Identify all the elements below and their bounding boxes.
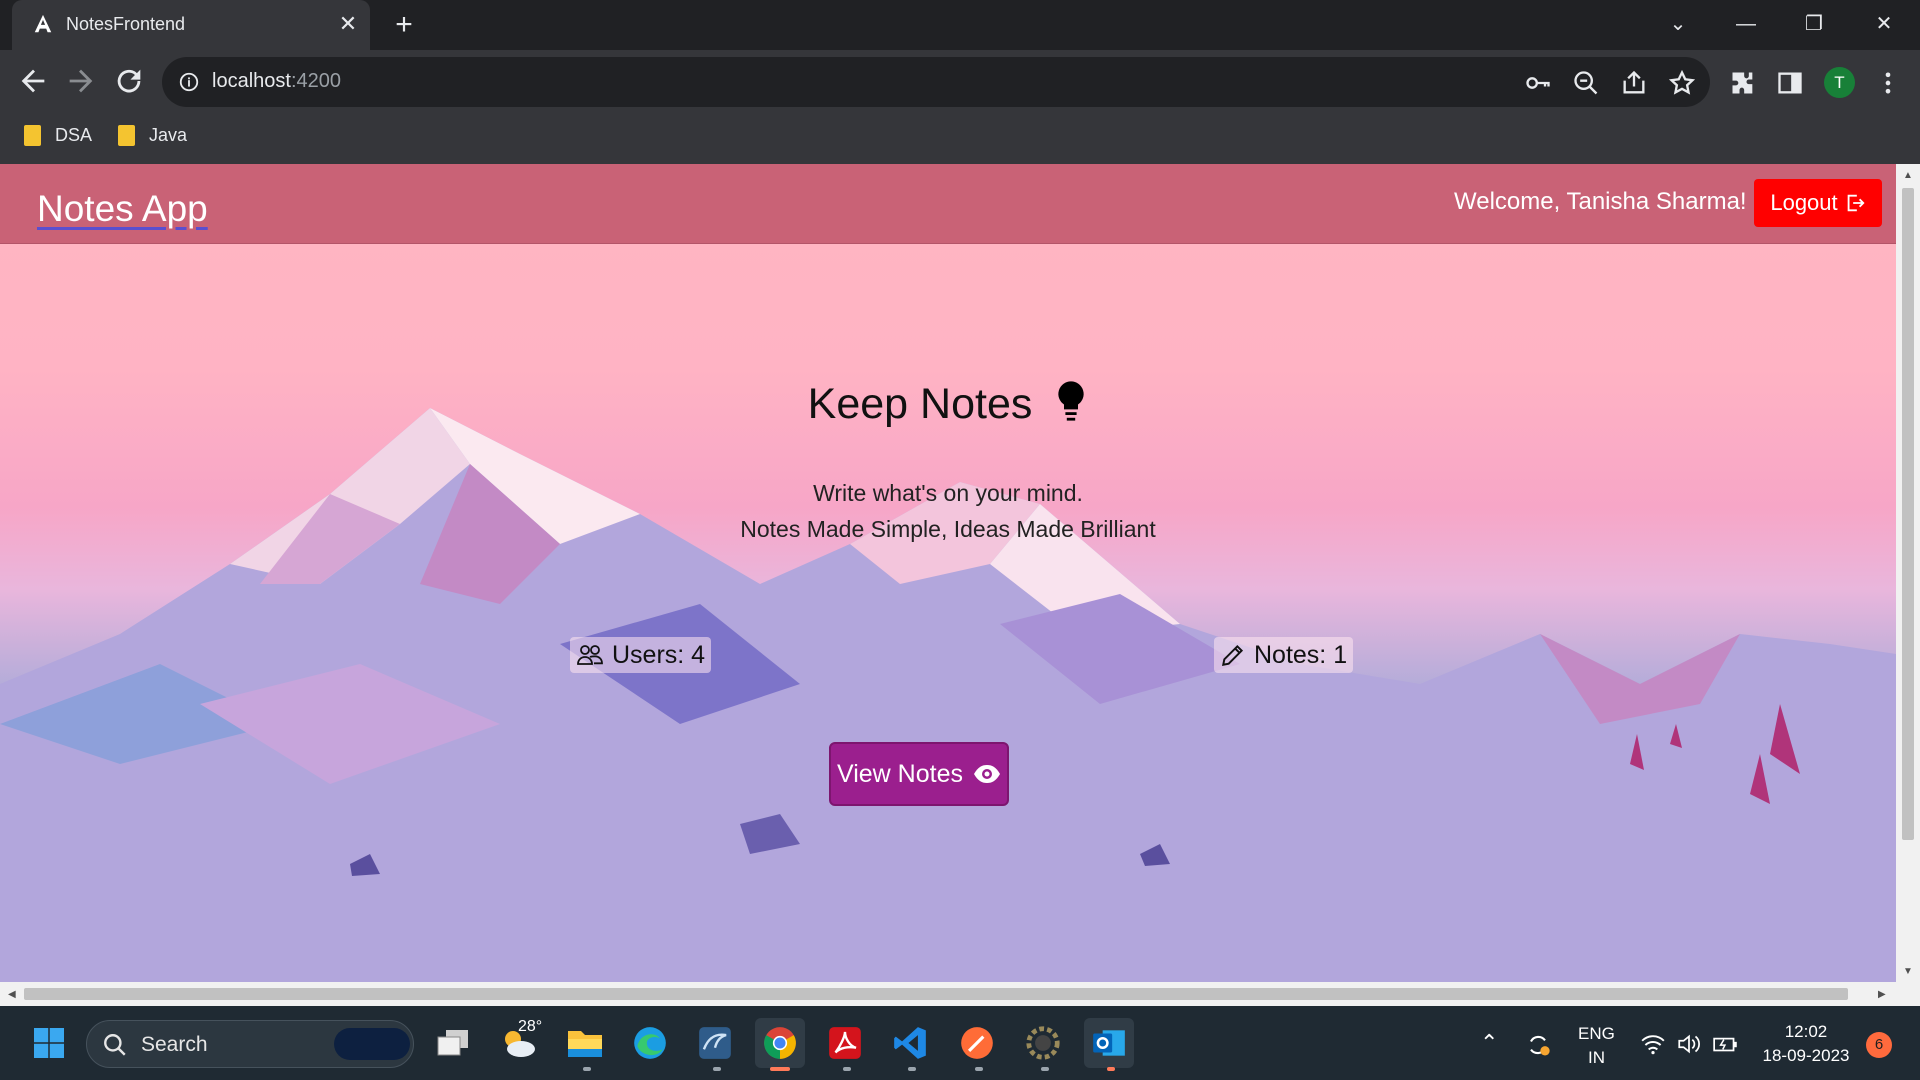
address-bar[interactable]: [162, 57, 1710, 107]
bookmark-star-icon[interactable]: [1668, 69, 1696, 97]
close-window-icon[interactable]: ✕: [1866, 8, 1902, 40]
welcome-message: Welcome, Tanisha Sharma!: [1454, 188, 1747, 215]
tagline-line-1: Write what's on your mind.: [813, 480, 1083, 506]
folder-icon: [118, 124, 135, 146]
minimize-icon[interactable]: —: [1728, 8, 1764, 40]
reload-button[interactable]: [112, 64, 146, 98]
battery-icon[interactable]: [1712, 1032, 1740, 1056]
scroll-thumb[interactable]: [1902, 188, 1914, 840]
bookmark-java[interactable]: Java: [118, 122, 187, 148]
bookmark-label: Java: [149, 124, 188, 145]
file-explorer-icon[interactable]: [560, 1018, 610, 1068]
mountain-background-image: [0, 408, 1896, 982]
vscode-icon[interactable]: [885, 1018, 935, 1068]
logout-label: Logout: [1770, 190, 1838, 215]
weather-temp: 28°: [518, 1018, 543, 1035]
chevron-up-icon[interactable]: ⌃: [1480, 1030, 1498, 1056]
view-notes-label: View Notes: [837, 759, 963, 788]
active-indicator: [770, 1067, 790, 1071]
search-label: Search: [141, 1033, 208, 1056]
running-indicator: [713, 1067, 721, 1071]
outlook-icon[interactable]: [1084, 1018, 1134, 1068]
scroll-left-icon[interactable]: ◀: [8, 989, 16, 1000]
task-view-icon[interactable]: [428, 1018, 478, 1068]
users-stat: Users: 4: [570, 637, 712, 673]
running-indicator: [583, 1067, 591, 1071]
url-host: localhost: [212, 70, 291, 92]
share-icon[interactable]: [1620, 69, 1648, 97]
logout-button[interactable]: Logout: [1754, 179, 1882, 227]
search-icon: [104, 1034, 126, 1056]
pencil-icon: [1222, 644, 1244, 666]
menu-kebab-icon[interactable]: [1874, 69, 1902, 97]
notes-count: Notes: 1: [1254, 640, 1348, 669]
close-tab-icon[interactable]: ✕: [336, 12, 360, 36]
running-indicator: [908, 1067, 916, 1071]
eye-icon: [974, 765, 1000, 783]
clock-time[interactable]: 12:02: [1776, 1022, 1836, 1042]
app-brand-link[interactable]: Notes App: [37, 188, 208, 230]
users-icon: [577, 645, 603, 665]
forward-button[interactable]: [64, 64, 98, 98]
extensions-icon[interactable]: [1729, 69, 1757, 97]
sync-icon[interactable]: [1524, 1031, 1552, 1059]
zoom-out-icon[interactable]: [1572, 69, 1600, 97]
vertical-scrollbar[interactable]: [1896, 164, 1920, 982]
windows-start-icon[interactable]: [24, 1018, 74, 1068]
back-button[interactable]: [16, 64, 50, 98]
scroll-down-icon[interactable]: ▼: [1903, 966, 1913, 977]
tagline-line-2: Notes Made Simple, Ideas Made Brilliant: [740, 516, 1156, 542]
side-panel-icon[interactable]: [1776, 69, 1804, 97]
logout-icon: [1847, 194, 1865, 212]
bookmark-dsa[interactable]: DSA: [24, 122, 92, 148]
key-icon[interactable]: [1524, 69, 1552, 97]
chrome-icon[interactable]: [755, 1018, 805, 1068]
wifi-icon[interactable]: [1640, 1032, 1666, 1056]
scroll-corner: [1896, 982, 1920, 1006]
clock-date[interactable]: 18-09-2023: [1760, 1046, 1852, 1066]
heading-text: Keep Notes: [807, 380, 1033, 428]
folder-icon: [24, 124, 41, 146]
running-indicator: [1041, 1067, 1049, 1071]
bookmark-label: DSA: [55, 124, 93, 145]
search-highlight-image: [334, 1028, 410, 1060]
profile-avatar[interactable]: T: [1824, 67, 1855, 98]
url-text[interactable]: localhost:4200: [212, 70, 341, 93]
language-line-2[interactable]: IN: [1588, 1048, 1605, 1068]
url-port: :4200: [290, 70, 341, 92]
users-count: Users: 4: [612, 640, 706, 669]
page-heading: Keep Notes: [0, 380, 1896, 429]
page-viewport: Notes App Welcome, Tanisha Sharma! Logou…: [0, 164, 1896, 982]
postman-icon[interactable]: [952, 1018, 1002, 1068]
scroll-right-icon[interactable]: ▶: [1878, 989, 1886, 1000]
site-info-icon[interactable]: [178, 71, 200, 93]
tab-search-icon[interactable]: ⌄: [1660, 8, 1696, 40]
restore-icon[interactable]: ❐: [1796, 8, 1832, 40]
angular-icon: [34, 14, 52, 33]
language-line-1[interactable]: ENG: [1578, 1024, 1615, 1044]
running-indicator: [843, 1067, 851, 1071]
volume-icon[interactable]: [1676, 1032, 1702, 1056]
tab-strip: NotesFrontend ✕ + ⌄ — ❐ ✕: [0, 0, 1920, 50]
tab-title: NotesFrontend: [66, 14, 186, 34]
notification-badge[interactable]: 6: [1866, 1032, 1892, 1058]
browser-tab[interactable]: NotesFrontend ✕: [12, 0, 370, 50]
scroll-up-icon[interactable]: ▲: [1903, 170, 1913, 181]
view-notes-button[interactable]: View Notes: [829, 742, 1009, 806]
scroll-thumb[interactable]: [24, 988, 1848, 1000]
acrobat-icon[interactable]: [820, 1018, 870, 1068]
horizontal-scrollbar[interactable]: [0, 982, 1896, 1006]
running-indicator: [1107, 1067, 1115, 1071]
lightbulb-icon: [1058, 381, 1084, 421]
settings-gear-icon[interactable]: [1018, 1018, 1068, 1068]
app-navbar: Notes App Welcome, Tanisha Sharma! Logou…: [0, 164, 1896, 244]
mysql-workbench-icon[interactable]: [690, 1018, 740, 1068]
running-indicator: [975, 1067, 983, 1071]
edge-icon[interactable]: [625, 1018, 675, 1068]
notes-stat: Notes: 1: [1214, 637, 1354, 673]
new-tab-button[interactable]: +: [390, 10, 418, 40]
